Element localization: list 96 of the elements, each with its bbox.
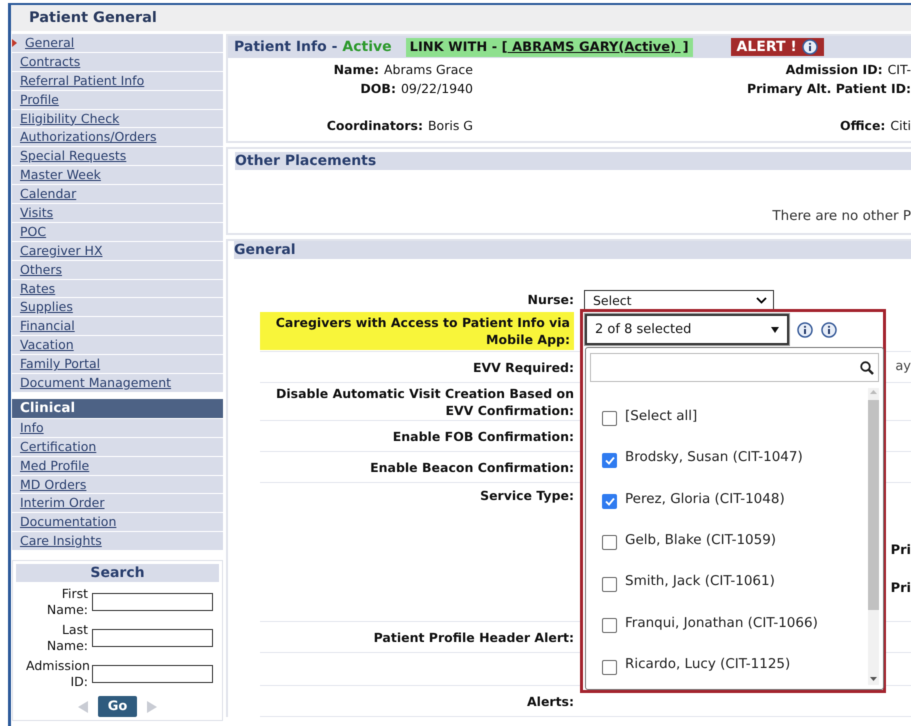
sidebar-link[interactable]: Others [12,260,223,279]
sidebar-link[interactable]: Authorizations/Orders [12,128,223,146]
field-label: Alerts: [526,692,574,710]
link-suffix: ] [682,40,689,54]
right-arrow-icon [147,700,158,713]
field-label: Enable Beacon Confirmation: [370,458,574,476]
field-value: CIT- [888,62,911,77]
sidebar-link[interactable]: Rates [12,280,223,298]
field-label: Admission ID: [786,62,883,77]
section-header: Clinical [12,398,223,418]
partial-text: Pri [890,543,911,559]
panel-title: Search [16,564,219,582]
field-label: DOB: [360,81,396,96]
field-label: Name: [334,62,379,77]
checkbox[interactable] [602,576,617,592]
sidebar-link[interactable]: Caregiver HX [12,242,223,260]
sidebar-link[interactable]: Vacation [12,336,223,354]
input-field[interactable] [92,629,213,648]
scroll-down-icon [870,677,877,683]
sidebar-link[interactable]: Med Profile [12,456,223,475]
field-label: Office: [840,118,886,133]
patient-link[interactable]: ABRAMS GARY(Active) [508,40,681,54]
selected-marker-icon [12,38,17,47]
sidebar-link[interactable]: Referral Patient Info [12,72,223,90]
field-label: Patient Profile Header Alert: [374,628,574,646]
sidebar-link[interactable]: Interim Order [12,494,223,512]
field-label: Caregivers with Access to Patient Info via Mobile App: [260,312,574,350]
sidebar-link[interactable]: Profile [12,90,223,109]
sidebar-link[interactable]: Contracts [12,52,223,71]
field-label: Disable Automatic Visit Creation Based on EVV Confirmation: [274,384,574,418]
sidebar-link[interactable]: Documentation [12,513,223,532]
info-icon [797,322,813,338]
left-arrow-icon [78,700,88,713]
status-text: Active [342,39,392,55]
sidebar-link[interactable]: Financial [12,317,223,336]
sidebar-link[interactable]: POC [12,222,223,241]
empty-message: There are no other P [771,208,911,224]
field-label: Primary Alt. Patient ID: [746,81,911,96]
multiselect-dropdown[interactable]: 2 of 8 selected [585,314,789,345]
window-title: Patient General [11,5,911,31]
input-field[interactable] [92,665,213,684]
sidebar-link[interactable]: Family Portal [12,355,223,374]
checkbox[interactable] [602,494,617,510]
scroll-thumb[interactable] [868,400,879,610]
search-icon [860,360,874,374]
field-label: Last Name: [46,622,88,654]
section-header: General [234,241,911,259]
sidebar-link[interactable]: MD Orders [12,476,223,494]
scroll-up-icon [870,390,877,396]
checkbox[interactable] [602,452,617,468]
alert-text: ALERT ! [736,39,797,55]
checkbox[interactable] [602,535,617,550]
field-label: Nurse: [528,290,574,308]
sidebar-link[interactable]: Special Requests [12,147,223,166]
info-icon [802,39,818,55]
option-item[interactable]: Ricardo, Lucy (CIT-1125) [602,644,868,685]
partial-text: Pri [890,581,911,597]
section-header: Other Placements [235,152,911,170]
field-value: Boris G [428,118,473,133]
field-value: Citi [890,118,911,133]
field-label: First Name: [46,586,88,618]
sidebar-link[interactable]: Calendar [12,185,223,204]
panel-title: Patient Info - [234,39,338,55]
option-item[interactable]: Smith, Jack (CIT-1061) [602,560,868,602]
scrollbar[interactable] [868,388,879,685]
chevron-icon [756,296,767,304]
sidebar-link[interactable]: Visits [12,204,223,222]
field-label: EVV Required: [472,358,574,376]
link-prefix: LINK WITH - [ [410,40,508,54]
field-label: Coordinators: [326,118,423,133]
option-item[interactable]: Franqui, Jonathan (CIT-1066) [602,602,868,644]
search-field[interactable] [590,353,879,382]
option-item[interactable]: Gelb, Blake (CIT-1059) [602,519,868,561]
sidebar-link[interactable]: Eligibility Check [12,110,223,128]
option-item[interactable]: Perez, Gloria (CIT-1048) [602,478,868,520]
field-value: 09/22/1940 [400,81,473,96]
option-item[interactable]: Brodsky, Susan (CIT-1047) [602,436,868,478]
sidebar-link[interactable]: Care Insights [12,532,223,550]
field-label: Service Type: [480,487,574,504]
field-value: Abrams Grace [384,62,473,77]
sidebar-link[interactable]: Document Management [12,374,223,392]
sidebar-link[interactable]: Info [12,418,223,437]
option-item[interactable]: [Select all] [602,395,868,436]
checkbox[interactable] [602,660,617,675]
info-icon [821,322,837,338]
checkbox[interactable] [602,411,617,426]
partial-text: ay [895,359,911,375]
sidebar-link[interactable]: Master Week [12,166,223,184]
field-label: Admission ID: [26,658,88,690]
field-label: Enable FOB Confirmation: [392,428,574,444]
input-field[interactable] [92,593,213,612]
sidebar-link[interactable]: Certification [12,438,223,456]
go-button[interactable]: Go [98,696,138,718]
caret-icon [771,326,779,332]
sidebar-link[interactable]: Supplies [12,298,223,316]
checkbox[interactable] [602,618,617,634]
